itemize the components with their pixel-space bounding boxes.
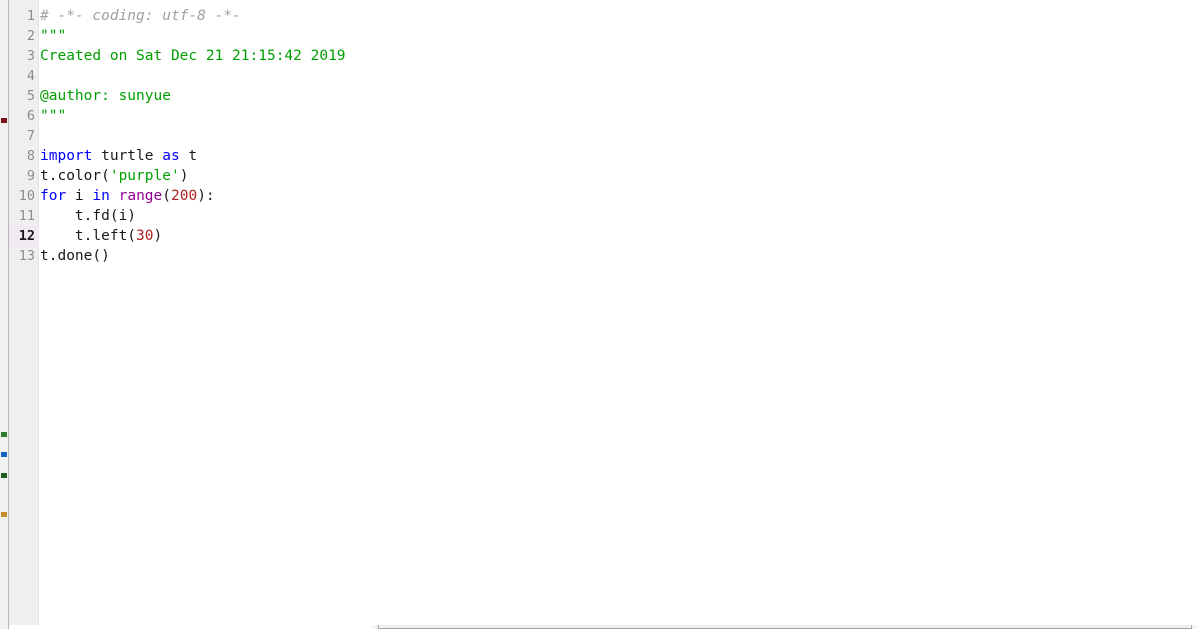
line-number: 11 xyxy=(18,208,35,224)
code-token-string: Created on Sat Dec 21 21:15:42 2019 xyxy=(40,48,346,64)
code-token-string: """ xyxy=(40,28,67,44)
code-line[interactable]: import turtle as t xyxy=(40,146,197,166)
code-line[interactable]: for i in range(200): xyxy=(40,186,215,206)
code-token-plain: t.color( xyxy=(40,168,110,184)
code-line[interactable]: Created on Sat Dec 21 21:15:42 2019 xyxy=(40,46,346,66)
line-number: 10 xyxy=(18,188,35,204)
line-number: 5 xyxy=(26,88,35,104)
strip-mark xyxy=(1,512,7,517)
code-token-plain: t.done() xyxy=(40,248,110,264)
line-number: 9 xyxy=(26,168,35,184)
code-token-keyword: in xyxy=(92,188,110,204)
code-token-number: 200 xyxy=(171,188,198,204)
code-token-string: 'purple' xyxy=(109,168,180,184)
line-number: 2 xyxy=(26,28,35,44)
ide-editor-window: 1 2 3 4 5 6 7 8 9 10 11 12 13 # -*- coding: utf-8 -*… xyxy=(0,0,1198,629)
code-token-string: @author: sunyue xyxy=(40,88,171,104)
code-token-keyword: for xyxy=(40,188,67,204)
code-token-builtin: range xyxy=(118,188,163,204)
line-number: 7 xyxy=(26,128,35,144)
strip-mark xyxy=(1,473,7,478)
line-number: 6 xyxy=(26,108,35,124)
strip-mark xyxy=(1,432,7,437)
code-token-plain: ) xyxy=(179,168,189,184)
code-line[interactable]: t.fd(i) xyxy=(40,206,136,226)
line-number: 13 xyxy=(18,248,35,264)
line-number: 4 xyxy=(26,68,35,84)
code-token-plain: turtle xyxy=(92,148,163,164)
code-token-plain: t xyxy=(179,148,198,164)
code-line[interactable]: @author: sunyue xyxy=(40,86,171,106)
code-line[interactable]: # -*- coding: utf-8 -*- xyxy=(40,6,241,26)
code-token-plain: ( xyxy=(162,188,171,204)
strip-mark xyxy=(1,452,7,457)
line-number: 1 xyxy=(26,8,35,24)
code-line[interactable]: t.left(30) xyxy=(40,226,162,246)
code-token-comment: # -*- coding: utf-8 -*- xyxy=(40,8,241,24)
line-number: 8 xyxy=(26,148,35,164)
line-number-gutter: 1 2 3 4 5 6 7 8 9 10 11 12 13 xyxy=(9,0,39,625)
code-token-plain: i xyxy=(66,188,93,204)
code-token-plain: t.left( xyxy=(40,228,137,244)
code-token-plain: ): xyxy=(197,188,215,204)
code-token-keyword: import xyxy=(40,148,93,164)
code-line[interactable]: """ xyxy=(40,106,66,126)
code-line[interactable]: t.color('purple') xyxy=(40,166,188,186)
left-tool-strip[interactable] xyxy=(0,0,9,629)
strip-mark xyxy=(1,118,7,123)
code-token-plain: ) xyxy=(153,228,163,244)
code-token-plain: t.fd(i) xyxy=(40,208,137,224)
line-number: 12 xyxy=(18,228,35,244)
line-number: 3 xyxy=(26,48,35,64)
code-token-string: """ xyxy=(40,108,67,124)
code-surface[interactable]: # -*- coding: utf-8 -*- """ Created on Sat… xyxy=(40,0,1198,625)
code-line[interactable]: """ xyxy=(40,26,66,46)
code-line[interactable]: t.done() xyxy=(40,246,110,266)
code-token-keyword: as xyxy=(162,148,180,164)
code-token-number: 30 xyxy=(136,228,154,244)
